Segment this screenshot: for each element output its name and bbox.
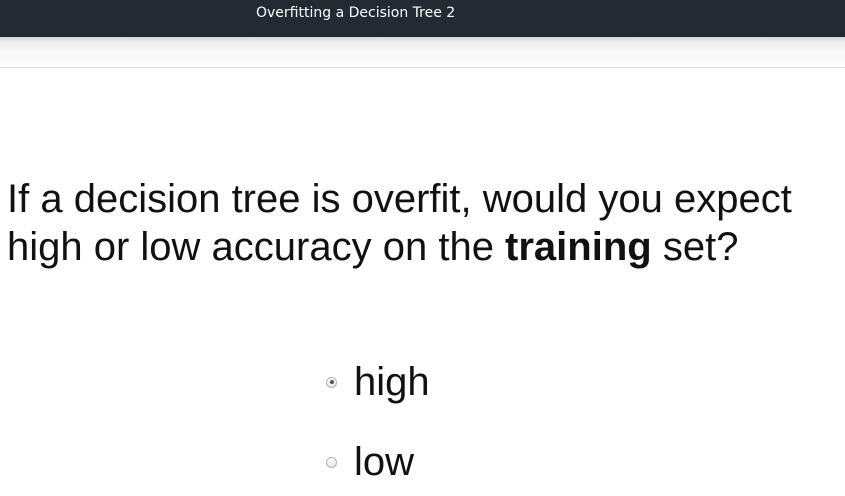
question-text: If a decision tree is overfit, would you… [7,175,845,271]
title-bar: Overfitting a Decision Tree 2 [0,0,845,37]
radio-button-low[interactable] [326,456,337,468]
answer-option-high[interactable]: high [326,362,430,402]
answer-label-low: low [354,440,415,484]
question-emphasis: training [505,225,652,269]
toolbar-shadow [0,37,845,68]
quiz-page: Overfitting a Decision Tree 2 If a decis… [0,0,845,496]
answer-label-high: high [354,360,430,404]
answer-option-low[interactable]: low [326,442,414,482]
question-text-end: set? [651,225,739,269]
video-title: Overfitting a Decision Tree 2 [256,5,456,21]
radio-button-high[interactable] [326,376,337,388]
